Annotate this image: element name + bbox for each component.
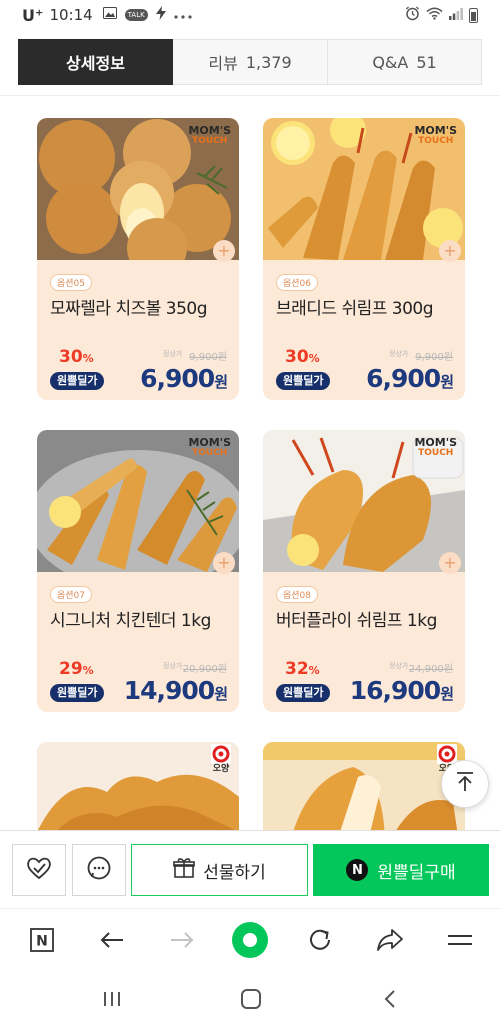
deal-badge: 원쁠딜가 [50, 684, 105, 702]
gift-icon [173, 857, 196, 884]
product-image: MOM'S TOUCH [263, 118, 465, 260]
product-name: 브래디드 쉬림프 300g [276, 299, 434, 319]
recent-apps-icon[interactable] [92, 984, 132, 1014]
option-tag: 옵션05 [50, 274, 93, 291]
discount-rate: 32% [285, 659, 320, 679]
menu-icon[interactable] [440, 921, 480, 959]
wishlist-button[interactable] [12, 844, 66, 896]
original-price-label: 정상가 [389, 350, 409, 358]
option-tag: 옵션06 [276, 274, 319, 291]
original-price-label: 정상가 [163, 350, 183, 358]
svg-text:N: N [36, 934, 48, 950]
system-nav-bar [0, 970, 500, 1027]
option-tag: 옵션08 [276, 586, 319, 603]
battery-icon [469, 7, 478, 23]
product-image: MOM'S TOUCH [263, 430, 465, 572]
tab-count: 1,379 [245, 52, 292, 72]
browser-toolbar: N [0, 908, 500, 970]
chat-icon [86, 855, 112, 885]
gift-label: 선물하기 [203, 862, 266, 883]
sale-price: 16,900원 [349, 676, 454, 705]
deal-badge: 원쁠딜가 [276, 684, 331, 702]
more-icon [174, 8, 192, 23]
original-price: 9,900원 [415, 352, 453, 363]
tab-qna[interactable]: Q&A 51 [328, 39, 482, 85]
gift-button[interactable]: 선물하기 [131, 844, 308, 896]
chat-button[interactable] [72, 844, 126, 896]
alarm-icon [405, 6, 420, 24]
home-icon[interactable] [231, 984, 271, 1014]
product-name: 시그니처 치킨텐더 1kg [50, 611, 211, 631]
product-card[interactable]: 오양 [37, 742, 239, 842]
original-price-label: 정상가 [389, 662, 409, 670]
bolt-icon [155, 6, 166, 24]
brand-logo: MOM'S TOUCH [414, 124, 457, 146]
scroll-to-top-button[interactable] [441, 760, 489, 808]
product-name: 버터플라이 쉬림프 1kg [276, 611, 437, 631]
discount-rate: 30% [59, 347, 94, 367]
product-card[interactable]: MOM'S TOUCH + 옵션05 모짜렐라 치즈볼 350g 30% 정상가… [37, 118, 239, 400]
carrier-label: U⁺ [22, 5, 44, 25]
buy-label: 원쁠딜구매 [377, 862, 456, 883]
add-option-button[interactable]: + [439, 552, 461, 574]
brand-logo: MOM'S TOUCH [188, 124, 231, 146]
product-image: 오양 [37, 742, 239, 842]
talk-icon: TALK [124, 9, 148, 21]
share-icon[interactable] [370, 921, 410, 959]
sale-price: 6,900원 [366, 364, 454, 393]
sale-price: 6,900원 [140, 364, 228, 393]
deal-badge: 원쁠딜가 [50, 372, 105, 390]
app-screen: U⁺ 10:14 TALK 상세정보 리뷰 1,379 Q&A 51 MOM'S… [0, 0, 500, 1027]
clock: 10:14 [49, 6, 93, 24]
tabs-button[interactable]: N [22, 921, 62, 959]
arrow-up-icon [455, 771, 475, 797]
tab-count: 51 [416, 52, 437, 72]
tab-label: Q&A [372, 52, 409, 72]
product-image: 오양 [263, 742, 465, 842]
purchase-action-bar: 선물하기 N 원쁠딜구매 [0, 830, 500, 908]
product-card[interactable]: MOM'S TOUCH + 옵션06 브래디드 쉬림프 300g 30% 정상가… [263, 118, 465, 400]
original-price: 20,900원 [182, 664, 227, 675]
original-price: 9,900원 [189, 352, 227, 363]
back-arrow-icon[interactable] [92, 921, 132, 959]
heart-check-icon [25, 855, 53, 885]
original-price: 24,900원 [408, 664, 453, 675]
naver-logo: N [346, 859, 369, 881]
add-option-button[interactable]: + [213, 552, 235, 574]
brand-logo: MOM'S TOUCH [188, 436, 231, 458]
brand-logo: MOM'S TOUCH [414, 436, 457, 458]
detail-tabs: 상세정보 리뷰 1,379 Q&A 51 [18, 39, 482, 85]
product-image: MOM'S TOUCH [37, 118, 239, 260]
product-image: MOM'S TOUCH [37, 430, 239, 572]
brand-logo: 오양 [211, 744, 231, 774]
discount-rate: 30% [285, 347, 320, 367]
product-name: 모짜렐라 치즈볼 350g [50, 299, 208, 319]
home-circle-icon[interactable] [230, 921, 270, 959]
gallery-icon [102, 7, 117, 23]
refresh-icon[interactable] [300, 921, 340, 959]
tab-label: 리뷰 [208, 54, 238, 73]
product-card[interactable]: MOM'S TOUCH + 옵션07 시그니처 치킨텐더 1kg 29% 정상가… [37, 430, 239, 712]
tab-detail-info[interactable]: 상세정보 [18, 39, 173, 85]
tab-divider [0, 95, 500, 96]
back-icon[interactable] [370, 984, 410, 1014]
add-option-button[interactable]: + [439, 240, 461, 262]
discount-rate: 29% [59, 659, 94, 679]
forward-arrow-icon[interactable] [162, 921, 202, 959]
signal-icon [449, 7, 463, 23]
deal-badge: 원쁠딜가 [276, 372, 331, 390]
sale-price: 14,900원 [123, 676, 228, 705]
buy-button[interactable]: N 원쁠딜구매 [313, 844, 489, 896]
option-tag: 옵션07 [50, 586, 93, 603]
product-card[interactable]: MOM'S TOUCH + 옵션08 버터플라이 쉬림프 1kg 32% 정상가… [263, 430, 465, 712]
add-option-button[interactable]: + [213, 240, 235, 262]
original-price-label: 정상가 [163, 662, 183, 670]
tab-label: 상세정보 [66, 54, 125, 73]
tab-reviews[interactable]: 리뷰 1,379 [173, 39, 328, 85]
product-card[interactable]: 오양 [263, 742, 465, 842]
status-bar: U⁺ 10:14 TALK [0, 0, 500, 30]
wifi-icon [426, 7, 443, 23]
